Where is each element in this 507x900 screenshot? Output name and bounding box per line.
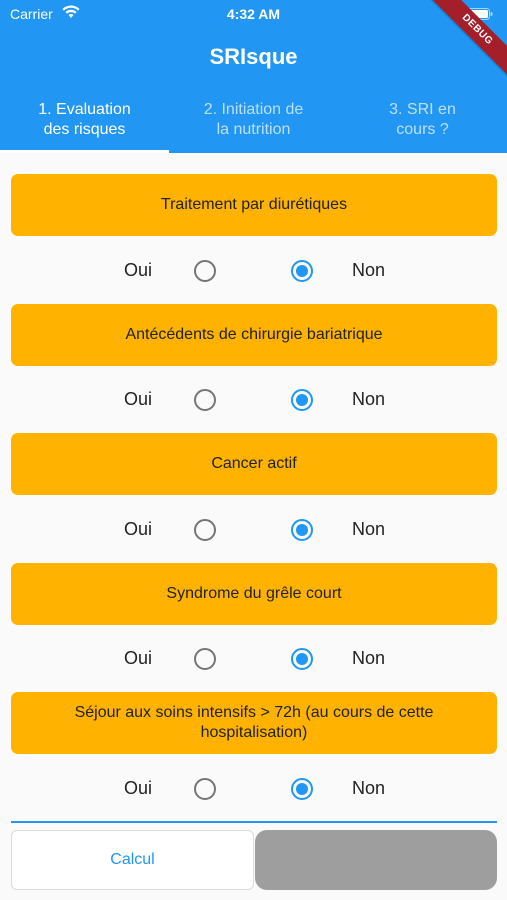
radio-oui[interactable] [194, 260, 216, 282]
oui-label: Oui [124, 260, 153, 280]
non-label: Non [352, 648, 386, 668]
tab-label-line1: 1. Evaluation [38, 101, 131, 118]
calcul-button[interactable]: Calcul [11, 830, 254, 890]
tab-label-line2: la nutrition [216, 121, 291, 138]
radio-oui[interactable] [194, 778, 216, 800]
question-card-chirurgie-bariatrique: Antécédents de chirurgie bariatrique [11, 304, 497, 366]
radio-oui[interactable] [194, 519, 216, 541]
radio-non[interactable] [291, 648, 313, 670]
tab-evaluation-risques[interactable]: 1. Evaluation des risques [0, 98, 169, 153]
radio-non[interactable] [291, 778, 313, 800]
active-tab-indicator [0, 150, 169, 153]
radio-oui[interactable] [194, 648, 216, 670]
result-button-disabled[interactable] [255, 830, 497, 890]
radio-non[interactable] [291, 519, 313, 541]
app-screen: Carrier 4:32 AM SRIsque 1. Evaluation de… [0, 0, 507, 900]
footer-divider [11, 821, 497, 823]
radio-non[interactable] [291, 389, 313, 411]
tab-label-line1: 3. SRI en [389, 101, 456, 118]
answer-row-soins-intensifs: Oui Non [0, 768, 507, 808]
non-label: Non [352, 778, 386, 798]
non-label: Non [352, 389, 386, 409]
tab-sri-en-cours[interactable]: 3. SRI en cours ? [338, 98, 507, 153]
answer-row-cancer-actif: Oui Non [0, 509, 507, 549]
radio-oui[interactable] [194, 389, 216, 411]
oui-label: Oui [124, 778, 153, 798]
tab-label-line2: des risques [43, 121, 126, 138]
tab-label-line1: 2. Initiation de [203, 101, 304, 118]
tab-label-line2: cours ? [396, 121, 449, 138]
app-title: SRIsque [209, 44, 298, 69]
oui-label: Oui [124, 648, 153, 668]
answer-row-grele-court: Oui Non [0, 638, 507, 678]
app-bar: Carrier 4:32 AM SRIsque 1. Evaluation de… [0, 0, 507, 153]
status-time: 4:32 AM [226, 6, 281, 22]
oui-label: Oui [124, 389, 153, 409]
question-card-diuretiques: Traitement par diurétiques [11, 174, 497, 236]
tab-bar: 1. Evaluation des risques 2. Initiation … [0, 98, 507, 153]
radio-non[interactable] [291, 260, 313, 282]
question-card-soins-intensifs: Séjour aux soins intensifs > 72h (au cou… [11, 692, 497, 754]
answer-row-diuretiques: Oui Non [0, 250, 507, 290]
tab-initiation-nutrition[interactable]: 2. Initiation de la nutrition [169, 98, 338, 153]
non-label: Non [352, 260, 386, 280]
answer-row-chirurgie-bariatrique: Oui Non [0, 379, 507, 419]
question-card-grele-court: Syndrome du grêle court [11, 563, 497, 625]
oui-label: Oui [124, 519, 153, 539]
status-bar: Carrier 4:32 AM [0, 0, 507, 30]
question-card-cancer-actif: Cancer actif [11, 433, 497, 495]
non-label: Non [352, 519, 386, 539]
